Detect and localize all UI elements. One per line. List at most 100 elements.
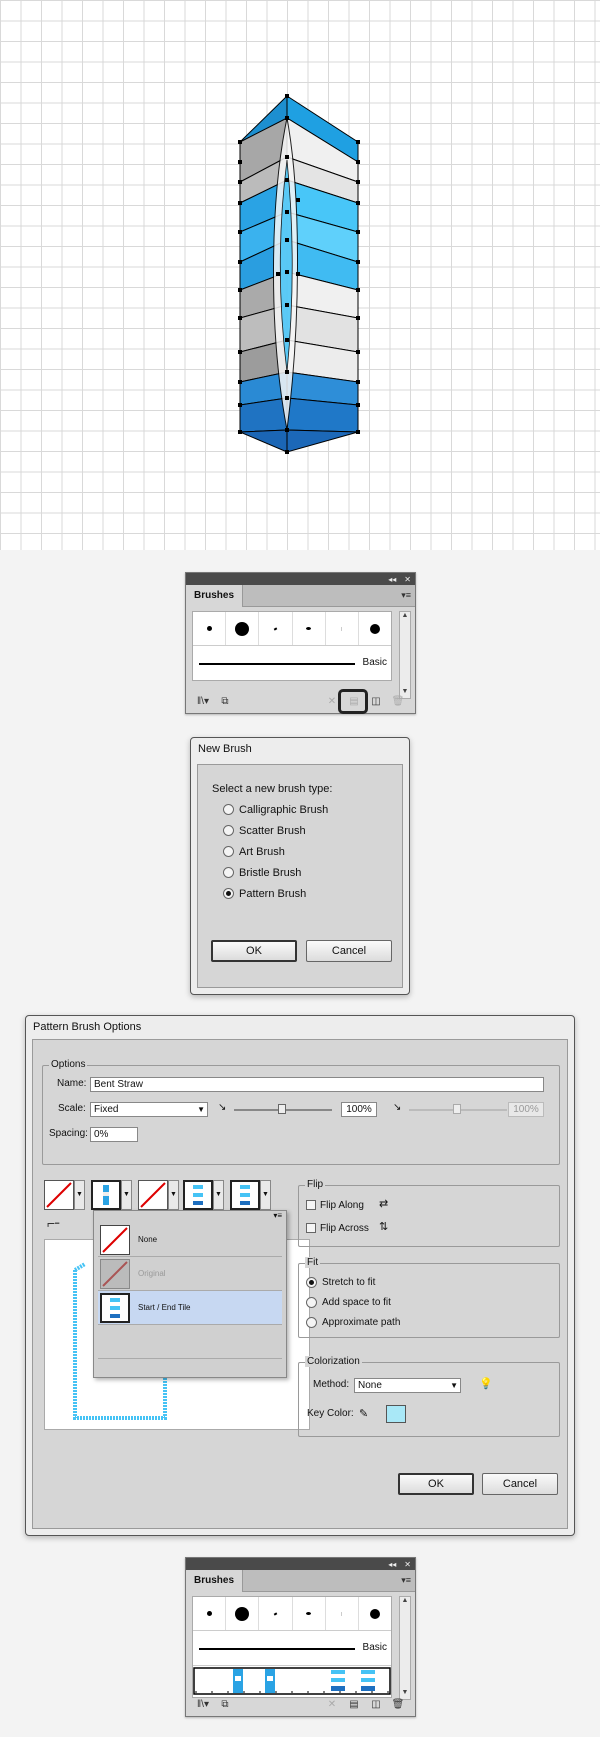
menu-options-icon[interactable]: ▾≡ xyxy=(273,1211,282,1220)
brush-library-icon[interactable]: ‖\▾ xyxy=(192,1699,214,1710)
bent-straw-brush-row[interactable] xyxy=(193,1665,391,1697)
brush-dot-faint[interactable] xyxy=(326,612,359,645)
menu-item-original: Original xyxy=(98,1257,282,1291)
panel-menu-icon[interactable]: ▾≡ xyxy=(401,1575,411,1586)
flip-across-box[interactable] xyxy=(306,1223,316,1233)
tab-brushes[interactable]: Brushes xyxy=(186,585,244,607)
outer-corner-tile[interactable] xyxy=(91,1180,121,1210)
fit-approx[interactable]: Approximate path xyxy=(306,1312,400,1332)
radio-pattern-dot[interactable] xyxy=(223,888,234,899)
cancel-button[interactable]: Cancel xyxy=(306,940,392,962)
start-tile[interactable] xyxy=(183,1180,213,1210)
collapse-icon[interactable]: ◂◂ xyxy=(388,575,396,584)
spacing-input[interactable]: 0% xyxy=(90,1127,138,1142)
side-tile-dropdown[interactable]: ▼ xyxy=(74,1180,85,1210)
pattern-options-body: Options Name: Bent Straw Scale: Fixed ▼ … xyxy=(32,1039,568,1529)
method-select[interactable]: None ▼ xyxy=(354,1378,461,1393)
brush-dot-small[interactable] xyxy=(193,612,227,645)
pressure-icon-2: ↘ xyxy=(393,1102,402,1113)
basic-label-2: Basic xyxy=(362,1642,387,1653)
remove-stroke-icon[interactable]: ✕ xyxy=(321,1699,343,1710)
none-tile-icon xyxy=(46,1182,72,1208)
new-brush-prompt: Select a new brush type: xyxy=(212,783,333,795)
delete-brush-icon[interactable]: 🗑 xyxy=(387,696,409,707)
bristle-label: Bristle Brush xyxy=(239,866,302,879)
panel-scrollbar-2[interactable]: ▲ ▼ xyxy=(399,1596,411,1700)
close-icon[interactable]: ✕ xyxy=(404,1560,411,1569)
tips-bulb-icon[interactable]: 💡 xyxy=(479,1377,493,1390)
outer-corner-dropdown[interactable]: ▼ xyxy=(121,1180,132,1210)
flip-along-checkbox[interactable]: Flip Along xyxy=(306,1196,364,1214)
name-label: Name: xyxy=(57,1078,87,1089)
fit-stretch[interactable]: Stretch to fit xyxy=(306,1272,400,1292)
fit-add-space[interactable]: Add space to fit xyxy=(306,1292,400,1312)
radio-art-dot[interactable] xyxy=(223,846,234,857)
radio-art[interactable]: Art Brush xyxy=(223,841,328,862)
delete-brush-icon[interactable]: 🗑 xyxy=(387,1699,409,1710)
end-tile[interactable] xyxy=(230,1180,260,1210)
brush-dot-large[interactable] xyxy=(226,612,260,645)
radio-calligraphic[interactable]: Calligraphic Brush xyxy=(223,799,328,820)
fit-approx-dot[interactable] xyxy=(306,1316,317,1328)
brush-dot-oval[interactable] xyxy=(293,1597,326,1630)
panel-scrollbar[interactable]: ▲ ▼ xyxy=(399,611,411,699)
side-tile[interactable] xyxy=(44,1180,74,1210)
flip-across-checkbox[interactable]: Flip Across xyxy=(306,1219,369,1237)
pattern-cancel-button[interactable]: Cancel xyxy=(482,1473,558,1495)
radio-scatter[interactable]: Scatter Brush xyxy=(223,820,328,841)
new-brush-icon[interactable]: ◫ xyxy=(365,696,387,707)
scale-slider-handle[interactable] xyxy=(278,1104,286,1114)
brush-dot-faint[interactable] xyxy=(326,1597,359,1630)
radio-calligraphic-dot[interactable] xyxy=(223,804,234,815)
calligraphic-label: Calligraphic Brush xyxy=(239,803,329,816)
fit-stretch-dot[interactable] xyxy=(306,1276,317,1288)
brush-dot-calligraphic[interactable] xyxy=(259,612,293,645)
scale-percent-input[interactable]: 100% xyxy=(341,1102,377,1117)
menu-item-start-end[interactable]: Start / End Tile xyxy=(98,1291,282,1325)
brush-library-icon[interactable]: ‖\▾ xyxy=(192,696,214,707)
key-color-swatch[interactable] xyxy=(386,1405,406,1423)
name-input[interactable]: Bent Straw xyxy=(90,1077,544,1092)
radio-scatter-dot[interactable] xyxy=(223,825,234,836)
inner-corner-tile[interactable] xyxy=(138,1180,168,1210)
brush-dot-medium[interactable] xyxy=(359,612,391,645)
flip-along-box[interactable] xyxy=(306,1200,316,1210)
chevron-down-icon: ▼ xyxy=(197,1105,205,1114)
menu-item-none[interactable]: None xyxy=(98,1223,282,1257)
panel-menu-icon[interactable]: ▾≡ xyxy=(401,590,411,601)
radio-bristle-dot[interactable] xyxy=(223,867,234,878)
collapse-icon[interactable]: ◂◂ xyxy=(388,1560,396,1569)
tab-brushes[interactable]: Brushes xyxy=(186,1570,244,1592)
panel-tabrow-2: Brushes ▾≡ xyxy=(186,1570,415,1592)
end-tile-dropdown[interactable]: ▼ xyxy=(260,1180,271,1210)
eyedropper-icon[interactable]: ✎ xyxy=(359,1407,368,1420)
scroll-up-icon[interactable]: ▲ xyxy=(400,612,410,622)
scale-select[interactable]: Fixed ▼ xyxy=(90,1102,208,1117)
fit-add-space-dot[interactable] xyxy=(306,1296,317,1308)
flip-across-label: Flip Across xyxy=(320,1222,369,1234)
scale-percent-input-2[interactable]: 100% xyxy=(508,1102,544,1117)
brush-basic-row-2[interactable]: Basic xyxy=(193,1631,391,1665)
libraries-icon[interactable]: ⧉ xyxy=(214,1699,236,1710)
chevron-down-icon: ▼ xyxy=(450,1381,458,1390)
close-icon[interactable]: ✕ xyxy=(404,575,411,584)
new-brush-icon[interactable]: ◫ xyxy=(365,1699,387,1710)
brush-dot-small[interactable] xyxy=(193,1597,227,1630)
radio-bristle[interactable]: Bristle Brush xyxy=(223,862,328,883)
start-tile-dropdown[interactable]: ▼ xyxy=(213,1180,224,1210)
brush-basic-row[interactable]: Basic xyxy=(193,646,391,680)
inner-corner-dropdown[interactable]: ▼ xyxy=(168,1180,179,1210)
brush-dot-medium[interactable] xyxy=(359,1597,391,1630)
brush-dot-oval[interactable] xyxy=(293,612,326,645)
brush-dot-calligraphic[interactable] xyxy=(259,1597,293,1630)
libraries-icon[interactable]: ⧉ xyxy=(214,696,236,707)
ok-button[interactable]: OK xyxy=(211,940,297,962)
scale-slider-2-handle[interactable] xyxy=(453,1104,461,1114)
radio-pattern[interactable]: Pattern Brush xyxy=(223,883,328,904)
pattern-ok-button[interactable]: OK xyxy=(398,1473,474,1495)
brush-dot-large[interactable] xyxy=(226,1597,260,1630)
scroll-up-icon[interactable]: ▲ xyxy=(400,1597,410,1607)
scale-label: Scale: xyxy=(58,1103,86,1114)
options-icon[interactable]: ▤ xyxy=(343,1699,365,1710)
straw-artwork[interactable] xyxy=(0,0,600,550)
